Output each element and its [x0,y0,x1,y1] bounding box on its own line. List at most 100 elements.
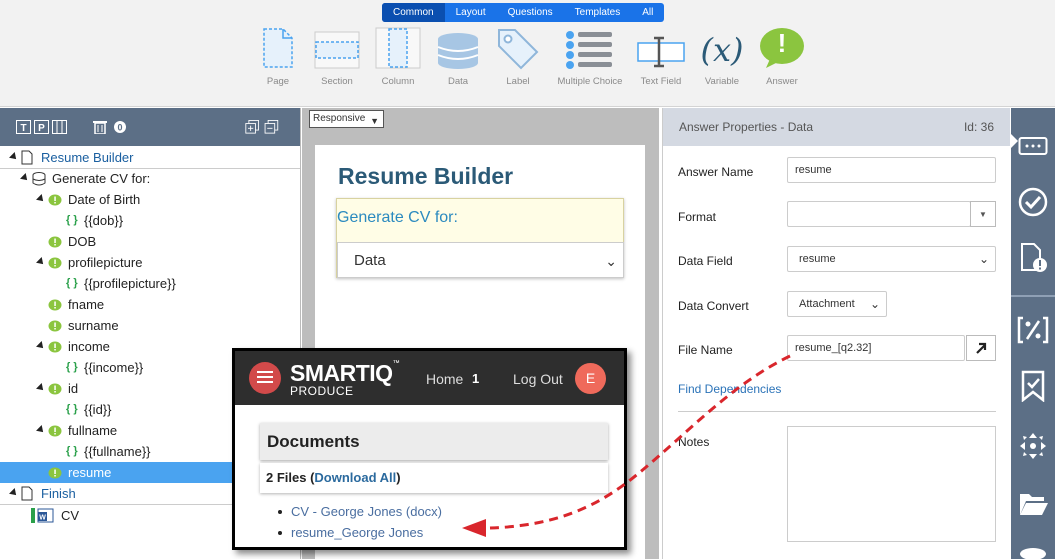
format-label: Format [678,210,717,224]
sidebar-divider [1011,295,1055,297]
variable-glyph: (x) [700,31,744,69]
chevron-down-icon: ⌄ [869,297,880,311]
data-field-select[interactable]: resume ⌄ [787,246,996,272]
file-link-cv[interactable]: CV - George Jones (docx) [277,501,442,522]
tab-templates[interactable]: Templates [564,3,632,22]
smartiq-header: SMARTIQ™ PRODUCE Home 1 Log Out E [235,351,624,405]
answer-name-input[interactable]: resume [787,157,996,183]
answer-icon [48,341,62,353]
chevron-down-icon: ▼ [370,116,379,126]
tree-item-profilepicture-placeholder[interactable]: { } {{profilepicture}} [0,273,300,294]
find-dependencies-link[interactable]: Find Dependencies [678,382,781,396]
braces-icon: { } [66,277,78,289]
tool-multiple-choice-label: Multiple Choice [557,76,623,87]
insert-arrow-icon [976,342,987,354]
move-icon[interactable] [1017,430,1049,462]
home-link[interactable]: Home [426,371,463,387]
properties-icon[interactable] [1017,130,1049,162]
home-count-badge: 1 [472,371,480,386]
documents-title: Documents [267,432,360,451]
smartiq-produce-window: SMARTIQ™ PRODUCE Home 1 Log Out E Docume… [232,348,627,550]
files-count: 2 Files [266,470,307,485]
tree-item-profilepicture[interactable]: profilepicture [0,252,300,273]
database-icon [32,172,46,186]
delete-icon[interactable]: 0 [93,120,127,134]
tree-item-fname[interactable]: fname [0,294,300,315]
caret-down-icon: ▼ [979,209,987,219]
file-link-resume[interactable]: resume_George Jones [277,522,442,543]
toolbar: Common Layout Questions Templates All Pa… [0,0,1055,107]
braces-icon: { } [66,214,78,226]
question-box[interactable]: Generate CV for: Data ⌄ [336,198,624,278]
page-icon [21,150,33,165]
list-icon [554,24,626,70]
tag-icon [482,24,554,70]
brand-logo: SMARTIQ™ [290,360,400,386]
data-convert-label: Data Convert [678,299,749,313]
expand-collapse-icons[interactable] [243,120,281,134]
avatar[interactable]: E [575,363,606,394]
tool-answer[interactable]: ! Answer [746,24,818,87]
properties-id: Id: 36 [963,120,994,134]
answer-icon [48,194,62,206]
question-label: Generate CV for: [337,209,458,226]
chevron-down-icon: ⌄ [978,252,989,266]
braces-icon: { } [66,361,78,373]
data-convert-select[interactable]: Attachment ⌄ [787,291,887,317]
tree-item-dob-placeholder[interactable]: { } {{dob}} [0,210,300,231]
answer-icon [48,236,62,248]
notes-textarea[interactable] [787,426,996,542]
svg-text:0: 0 [117,123,122,133]
svg-text:P: P [38,123,45,134]
tree-item-generate-cv[interactable]: Generate CV for: [0,168,300,189]
tree-item-surname[interactable]: surname [0,315,300,336]
outline-toolbar: T P 0 [0,108,300,146]
page-warning-icon[interactable] [1017,242,1049,274]
tab-layout[interactable]: Layout [445,3,497,22]
format-dropdown-button[interactable]: ▼ [970,201,996,227]
tree-item-dob[interactable]: DOB [0,231,300,252]
logout-link[interactable]: Log Out [513,371,563,387]
answer-icon [48,257,62,269]
notes-label: Notes [678,435,710,449]
storage-icon[interactable] [1017,538,1049,559]
properties-title: Answer Properties - Data [679,120,814,134]
view-mode-icons[interactable]: T P [16,120,70,134]
divider [678,411,996,412]
file-name-label: File Name [678,343,733,357]
braces-icon: { } [66,445,78,457]
question-select[interactable]: Data ⌄ [337,242,624,278]
page-icon [21,486,33,501]
folder-open-icon[interactable] [1017,488,1049,520]
tree-item-date-of-birth[interactable]: Date of Birth [0,189,300,210]
tool-label[interactable]: Label [482,24,554,87]
braces-icon: { } [66,403,78,415]
properties-header: Answer Properties - Data Id: 36 [663,108,1010,146]
tool-multiple-choice[interactable]: Multiple Choice [554,24,626,87]
tab-questions[interactable]: Questions [497,3,564,22]
answer-icon [48,383,62,395]
documents-header: Documents [260,423,608,460]
svg-text:W: W [39,515,46,522]
tab-common[interactable]: Common [382,3,445,22]
formula-icon[interactable] [1017,314,1049,346]
answer-icon [48,320,62,332]
file-name-insert-button[interactable] [966,335,996,361]
download-all-link[interactable]: Download All [314,470,396,485]
tab-all[interactable]: All [631,3,664,22]
tree-item-resume-builder[interactable]: Resume Builder [0,147,300,168]
bookmark-icon[interactable] [1017,370,1049,402]
check-circle-icon[interactable] [1017,186,1049,218]
file-name-input[interactable]: resume_[q2.32] [787,335,965,361]
answer-icon [48,299,62,311]
answer-icon [48,467,62,479]
tool-answer-label: Answer [766,76,798,87]
svg-text:T: T [20,123,26,134]
right-sidebar [1011,108,1055,559]
format-input[interactable] [787,201,971,227]
tool-label-label: Label [506,76,530,87]
responsive-select[interactable]: Responsive ▼ [309,110,384,128]
properties-panel: Answer Properties - Data Id: 36 Answer N… [662,108,1010,559]
brand-subtitle: PRODUCE [290,384,354,398]
files-summary: 2 Files (Download All) [260,463,608,493]
